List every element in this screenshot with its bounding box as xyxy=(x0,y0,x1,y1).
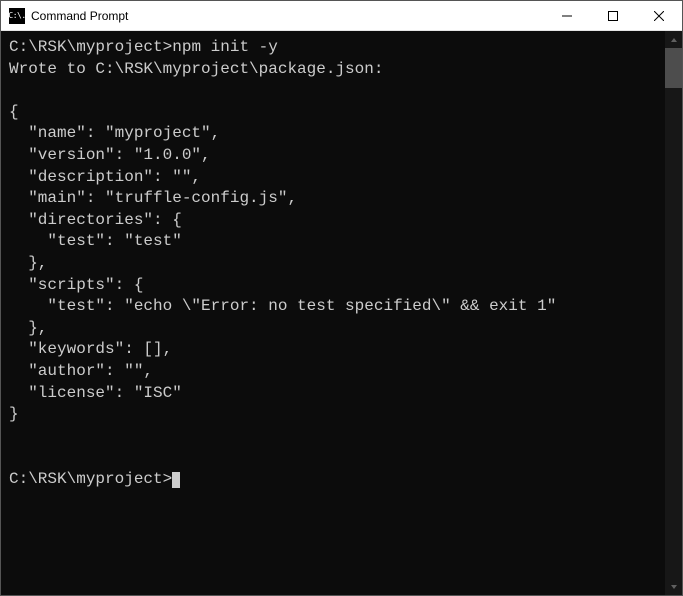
command-text: npm init -y xyxy=(172,38,278,56)
output-line: "test": "echo \"Error: no test specified… xyxy=(9,297,556,315)
chevron-down-icon xyxy=(670,583,678,591)
terminal-area: C:\RSK\myproject>npm init -y Wrote to C:… xyxy=(1,31,682,595)
output-line: "author": "", xyxy=(9,362,153,380)
output-line: } xyxy=(9,405,19,423)
maximize-button[interactable] xyxy=(590,1,636,30)
output-line: "test": "test" xyxy=(9,232,182,250)
output-line: "scripts": { xyxy=(9,276,143,294)
output-line: }, xyxy=(9,319,47,337)
output-line: "description": "", xyxy=(9,168,201,186)
vertical-scrollbar[interactable] xyxy=(665,31,682,595)
minimize-icon xyxy=(562,11,572,21)
output-line: }, xyxy=(9,254,47,272)
output-line: "keywords": [], xyxy=(9,340,172,358)
output-line: Wrote to C:\RSK\myproject\package.json: xyxy=(9,60,383,78)
minimize-button[interactable] xyxy=(544,1,590,30)
output-line: { xyxy=(9,103,19,121)
prompt-line: C:\RSK\myproject> xyxy=(9,470,172,488)
close-button[interactable] xyxy=(636,1,682,30)
cursor xyxy=(172,472,180,488)
window-title: Command Prompt xyxy=(31,9,544,23)
output-line: "directories": { xyxy=(9,211,182,229)
output-line: "main": "truffle-config.js", xyxy=(9,189,297,207)
output-line: "version": "1.0.0", xyxy=(9,146,211,164)
prompt-line: C:\RSK\myproject> xyxy=(9,38,172,56)
app-icon-glyph: C:\. xyxy=(8,12,25,20)
output-line: "license": "ISC" xyxy=(9,384,182,402)
window-controls xyxy=(544,1,682,30)
scroll-down-button[interactable] xyxy=(665,578,682,595)
scroll-thumb[interactable] xyxy=(665,48,682,88)
scroll-up-button[interactable] xyxy=(665,31,682,48)
app-icon: C:\. xyxy=(9,8,25,24)
output-line: "name": "myproject", xyxy=(9,124,220,142)
maximize-icon xyxy=(608,11,618,21)
window-titlebar: C:\. Command Prompt xyxy=(1,1,682,31)
close-icon xyxy=(654,11,664,21)
chevron-up-icon xyxy=(670,36,678,44)
terminal-content[interactable]: C:\RSK\myproject>npm init -y Wrote to C:… xyxy=(1,31,665,595)
